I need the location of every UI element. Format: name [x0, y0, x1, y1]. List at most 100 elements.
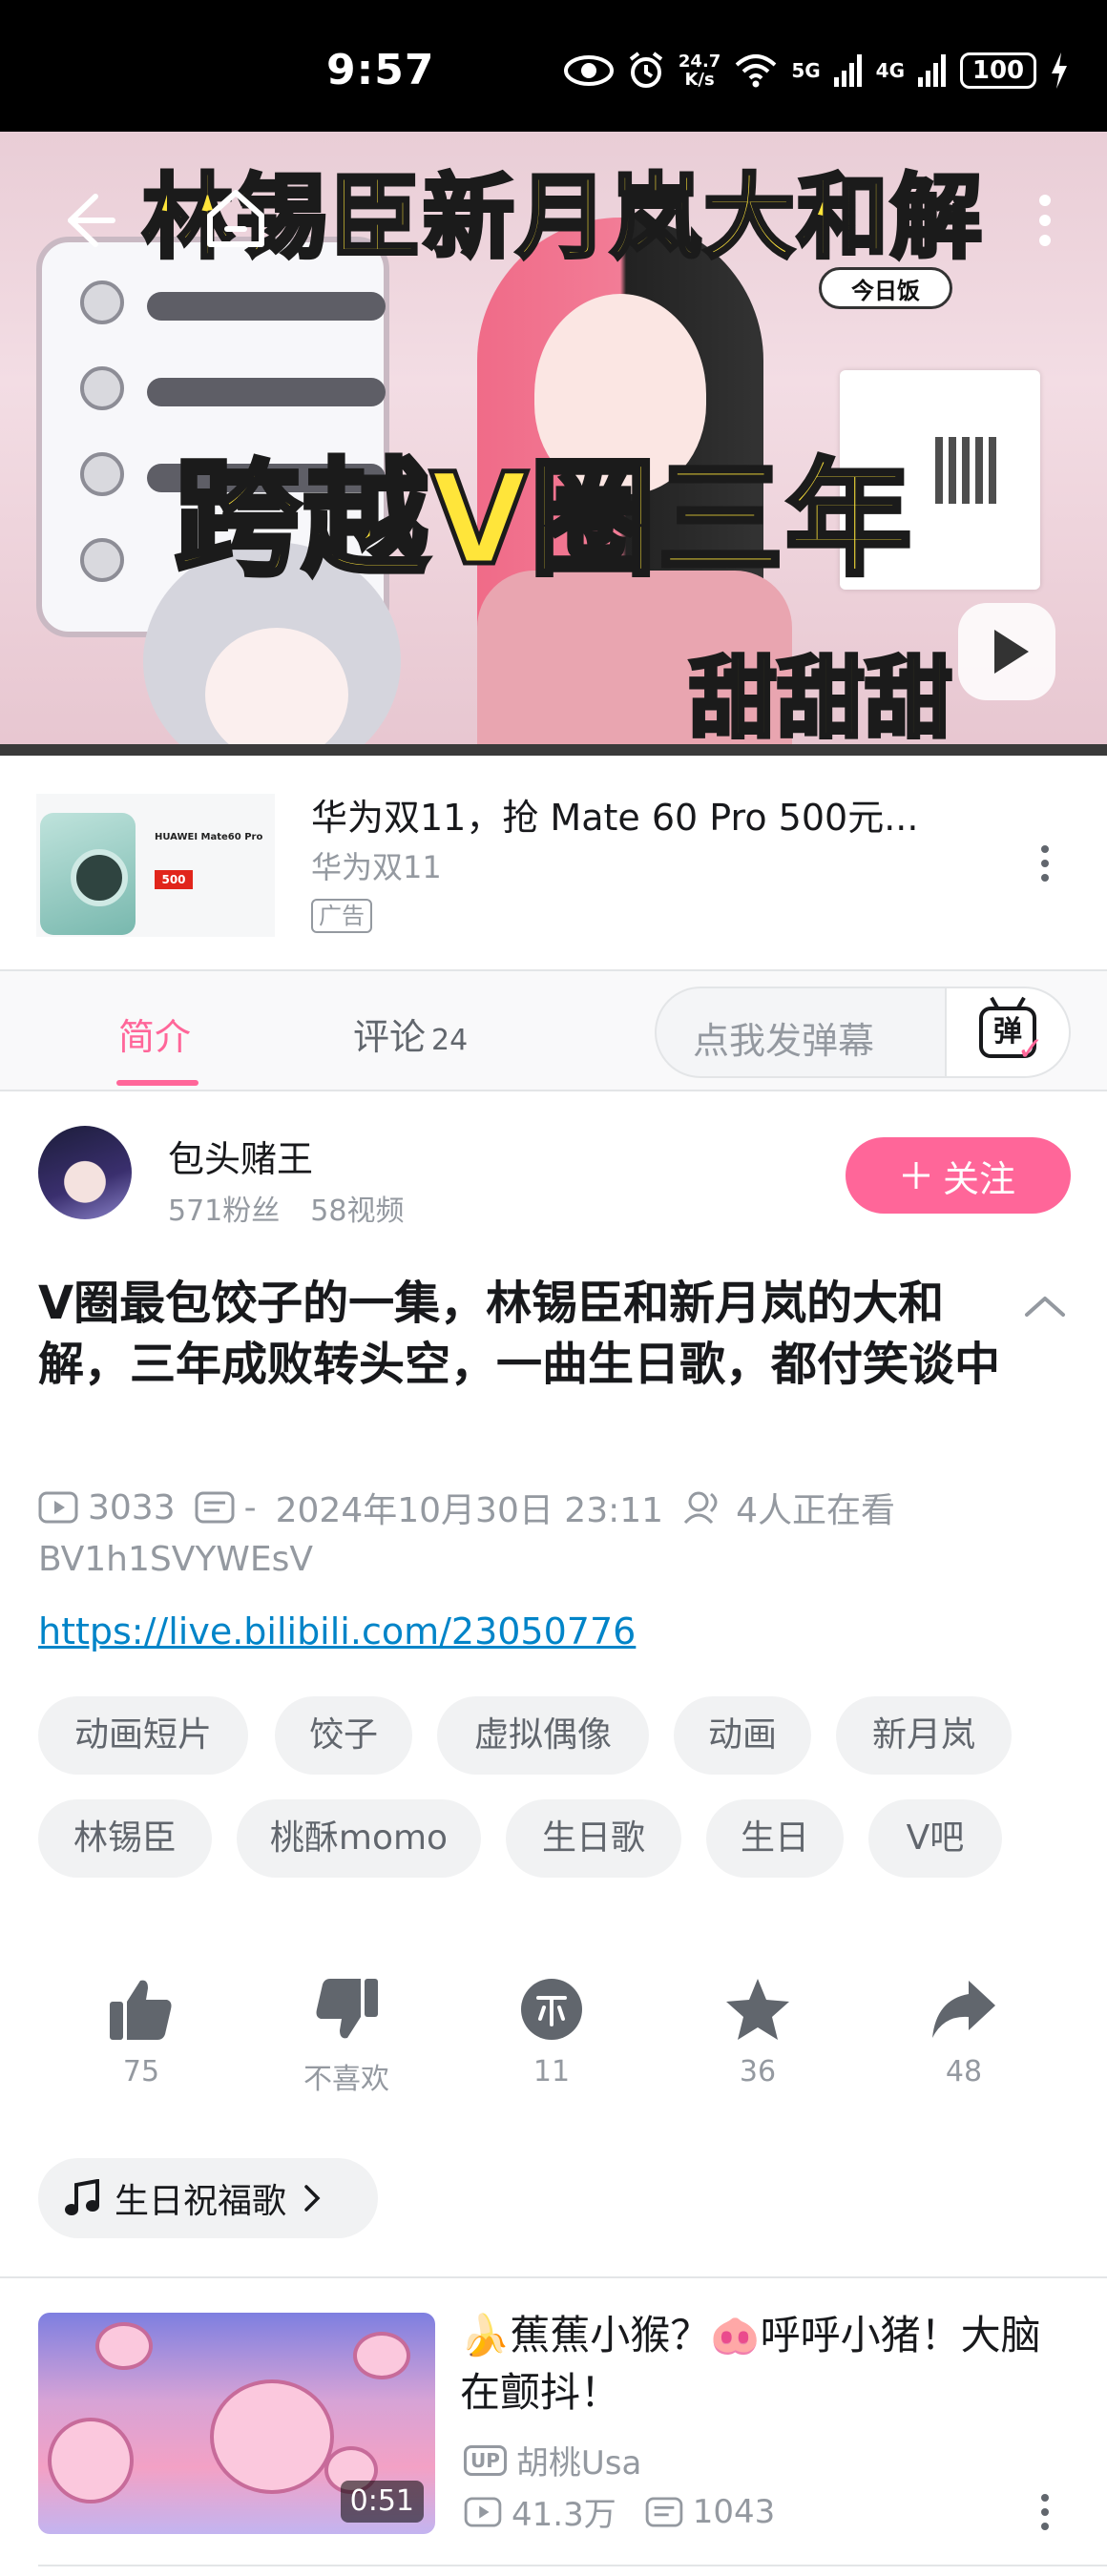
wifi-icon [735, 54, 777, 88]
watching-count: 4人正在看 [682, 1483, 895, 1532]
chat-bubble [147, 378, 386, 406]
chat-avatar [80, 452, 124, 496]
uploader-stats: 571粉丝 58视频 [168, 1187, 404, 1229]
avatar[interactable] [38, 1126, 132, 1219]
ad-more-icon[interactable] [1031, 840, 1059, 887]
live-link[interactable]: https://live.bilibili.com/23050776 [38, 1610, 636, 1652]
tab-comments-count: 24 [431, 1024, 469, 1057]
signal-5g-icon [833, 54, 862, 87]
related-video-author[interactable]: UP 胡桃Usa [464, 2437, 641, 2483]
bvid: BV1h1SVYWEsV [38, 1540, 314, 1579]
vtuber-boy-face [205, 628, 348, 756]
signal-5g-label: 5G [791, 59, 821, 82]
danmaku-count: - [195, 1488, 257, 1527]
view-count: 3033 [38, 1488, 176, 1527]
home-icon[interactable] [200, 183, 271, 254]
back-icon[interactable] [53, 187, 120, 254]
tag-chip[interactable]: 新月岚 [836, 1696, 1012, 1775]
coin-button[interactable]: 11 [485, 1977, 618, 2088]
danmaku-count-icon [195, 1491, 235, 1524]
tab-comments[interactable]: 评论 24 [353, 1008, 468, 1060]
ad-thumb-brand: HUAWEI Mate60 Pro [155, 832, 263, 842]
favorite-count: 36 [739, 2055, 777, 2088]
related-more-icon[interactable] [1031, 2488, 1059, 2536]
ad-title[interactable]: 华为双11，抢 Mate 60 Pro 500元... [311, 788, 998, 841]
favorite-button[interactable]: 36 [691, 1977, 825, 2088]
pig-character [48, 2418, 134, 2503]
tag-chip[interactable]: V吧 [868, 1799, 1002, 1878]
tab-intro[interactable]: 简介 [118, 1008, 191, 1060]
music-chip[interactable]: 生日祝福歌 [38, 2158, 378, 2238]
ad-tag: 广告 [311, 899, 372, 933]
network-speed: 24.7 K/s [678, 52, 721, 90]
signal-4g-label: 4G [875, 59, 905, 82]
follow-label: 关注 [942, 1157, 1015, 1200]
video-meta: 3033 - 2024年10月30日 23:11 4人正在看 [38, 1483, 1069, 1532]
video-duration: 0:51 [340, 2481, 424, 2523]
play-count-icon [38, 1491, 78, 1524]
tag-chip[interactable]: 动画 [674, 1696, 811, 1775]
status-icons: 24.7 K/s 5G 4G 100 [563, 52, 1069, 90]
tag-chip[interactable]: 饺子 [275, 1696, 412, 1775]
related-video-title[interactable]: 🍌蕉蕉小猴？🐽呼呼小猪！大脑在颤抖！ [460, 2307, 1071, 2421]
danmaku-toggle-button[interactable]: 弹 ✓ [945, 988, 1069, 1076]
related-video-stats: 41.3万 1043 [464, 2488, 804, 2535]
more-icon[interactable] [1021, 187, 1069, 254]
uploader-fans: 571粉丝 [168, 1195, 281, 1228]
tag-chip[interactable]: 动画短片 [38, 1696, 248, 1775]
tag-chip[interactable]: 林锡臣 [38, 1799, 212, 1878]
related-views: 41.3万 [464, 2488, 616, 2535]
status-time: 9:57 [326, 46, 435, 94]
danmaku-icon: 弹 ✓ [979, 1007, 1044, 1066]
star-icon [726, 1979, 789, 2040]
play-count-icon [464, 2496, 502, 2527]
related-video-thumbnail[interactable]: 0:51 [38, 2313, 435, 2534]
ad-thumb-price: 500 [155, 870, 193, 889]
share-button[interactable]: 48 [897, 1977, 1031, 2088]
tag-chip[interactable]: 生日 [706, 1799, 844, 1878]
play-icon[interactable] [954, 599, 1059, 704]
uploader-name[interactable]: 包头赌王 [168, 1130, 313, 1182]
related-author-name: 胡桃Usa [515, 2444, 642, 2483]
signal-4g-icon [918, 54, 946, 87]
music-label: 生日祝福歌 [115, 2182, 287, 2221]
thumbs-up-icon [110, 1980, 172, 2040]
ad-banner[interactable]: HUAWEI Mate60 Pro 500 华为双11，抢 Mate 60 Pr… [0, 756, 1107, 971]
battery-icon: 100 [960, 52, 1036, 89]
ad-thumbnail[interactable]: HUAWEI Mate60 Pro 500 [36, 794, 275, 937]
danmaku-placeholder: 点我发弹幕 [693, 1020, 875, 1062]
section-divider [0, 2276, 1107, 2278]
like-count: 75 [122, 2055, 160, 2088]
tag-chip[interactable]: 虚拟偶像 [437, 1696, 649, 1775]
tag-chip[interactable]: 生日歌 [506, 1799, 681, 1878]
video-title: V圈最包饺子的一集，林锡臣和新月岚的大和解，三年成败转头空，一曲生日歌，都付笑谈… [38, 1277, 1001, 1391]
danmaku-count-icon [645, 2496, 682, 2527]
coin-icon [521, 1979, 582, 2040]
player-progress-strip [0, 744, 1107, 756]
thumbs-down-icon [316, 1979, 378, 2039]
tab-active-indicator [116, 1080, 198, 1086]
chevron-up-icon[interactable] [1021, 1284, 1069, 1332]
like-button[interactable]: 75 [74, 1977, 208, 2088]
tab-comments-label: 评论 [353, 1016, 427, 1058]
thumbnail-sign: 甜甜甜 [687, 646, 954, 752]
video-player[interactable]: 今日饭 林锡臣新月岚大和解 跨越V圈三年 甜甜甜 [0, 132, 1107, 756]
status-bar: 9:57 24.7 K/s 5G 4G 100 [0, 0, 1107, 132]
alarm-icon [629, 52, 663, 88]
danmaku-input[interactable]: 点我发弹幕 弹 ✓ [655, 987, 1071, 1078]
uploader-row: 包头赌王 571粉丝 58视频 关注 [0, 1091, 1107, 1235]
dislike-label: 不喜欢 [303, 2063, 389, 2096]
chat-avatar [80, 280, 124, 324]
follow-button[interactable]: 关注 [846, 1137, 1071, 1214]
eye-icon [563, 55, 614, 86]
dislike-button[interactable]: 不喜欢 [280, 1977, 413, 2097]
charging-icon [1052, 52, 1067, 89]
share-icon [932, 1981, 995, 2038]
tab-bar: 简介 评论 24 点我发弹幕 弹 ✓ [0, 971, 1107, 1091]
thumbnail-subtitle: 跨越V圈三年 [172, 445, 914, 596]
chevron-right-icon [304, 2185, 321, 2212]
chat-avatar [80, 538, 124, 582]
tag-chip[interactable]: 桃酥momo [237, 1799, 481, 1878]
pig-character [210, 2379, 334, 2494]
music-note-icon [65, 2179, 99, 2215]
